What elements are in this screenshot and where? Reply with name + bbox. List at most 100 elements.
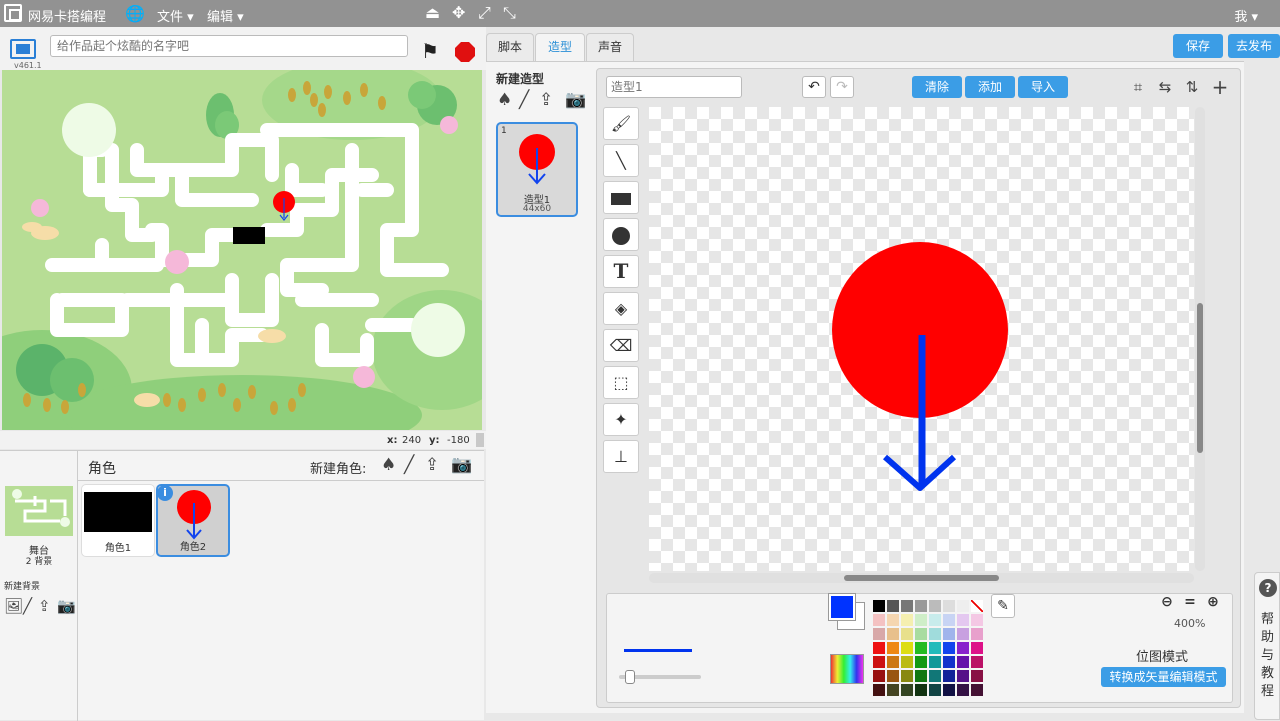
help-tab[interactable]: ? 帮助与教程 <box>1254 572 1280 720</box>
color-swatch[interactable] <box>943 656 955 668</box>
color-swatch[interactable] <box>957 600 969 612</box>
color-swatch[interactable] <box>901 628 913 640</box>
color-swatch[interactable] <box>971 614 983 626</box>
color-swatch[interactable] <box>971 600 983 612</box>
publish-button[interactable]: 去发布 <box>1228 34 1280 58</box>
vertical-scrollbar[interactable] <box>1195 107 1205 571</box>
costume-name-input[interactable] <box>606 76 742 98</box>
color-swatch[interactable] <box>943 614 955 626</box>
color-swatch[interactable] <box>957 656 969 668</box>
color-swatch[interactable] <box>901 600 913 612</box>
drawing-canvas[interactable] <box>649 107 1194 571</box>
menu-edit[interactable]: 编辑 ▾ <box>207 6 244 25</box>
color-swatch[interactable] <box>915 614 927 626</box>
undo-icon[interactable]: ↶ <box>802 76 826 98</box>
zoom-out-icon[interactable]: ⊖ <box>1157 594 1177 612</box>
color-swatch[interactable] <box>929 684 941 696</box>
stamp-icon[interactable]: ⏏ <box>425 3 440 22</box>
color-swatch[interactable] <box>957 684 969 696</box>
color-palette[interactable] <box>873 600 985 698</box>
primary-color[interactable] <box>828 593 856 621</box>
camera-backdrop-icon[interactable]: 📷 <box>57 597 76 615</box>
paint-sprite-icon[interactable]: ╱ <box>404 455 414 475</box>
color-swatch[interactable] <box>873 684 885 696</box>
eraser-tool-icon[interactable]: ⌫ <box>603 329 639 362</box>
color-swatch[interactable] <box>943 642 955 654</box>
color-swatch[interactable] <box>873 600 885 612</box>
color-swatch[interactable] <box>943 670 955 682</box>
tab-scripts[interactable]: 脚本 <box>486 33 534 61</box>
color-swatch[interactable] <box>915 600 927 612</box>
tab-costumes[interactable]: 造型 <box>535 33 585 63</box>
rectangle-tool-icon[interactable] <box>603 181 639 214</box>
color-swatch[interactable] <box>901 670 913 682</box>
stamp-tool-icon[interactable]: ⊥ <box>603 440 639 473</box>
color-swatch[interactable] <box>887 670 899 682</box>
zoom-in-icon[interactable]: ⊕ <box>1203 594 1223 612</box>
costume-card[interactable]: 1 造型1 44x60 <box>496 122 578 217</box>
color-swatch[interactable] <box>887 684 899 696</box>
color-swatch[interactable] <box>971 628 983 640</box>
color-swatch[interactable] <box>915 670 927 682</box>
line-tool-icon[interactable]: ╲ <box>603 144 639 177</box>
color-swatch[interactable] <box>901 642 913 654</box>
backdrop-library-icon[interactable]: 🖼 <box>4 597 23 615</box>
camera-sprite-icon[interactable]: 📷 <box>451 455 472 475</box>
text-tool-icon[interactable]: T <box>603 255 639 288</box>
color-swatch[interactable] <box>943 628 955 640</box>
add-button[interactable]: 添加 <box>965 76 1015 98</box>
costume-library-icon[interactable]: ♠ <box>497 90 512 110</box>
color-swatch[interactable] <box>915 642 927 654</box>
brand-name[interactable]: 网易卡搭编程 <box>28 6 106 25</box>
horizontal-scrollbar[interactable] <box>649 573 1194 583</box>
help-icon[interactable]: ? <box>1259 579 1277 597</box>
color-swatch[interactable] <box>929 656 941 668</box>
redo-icon[interactable]: ↷ <box>830 76 854 98</box>
collapse-stage-arrow[interactable] <box>476 433 484 447</box>
stage-canvas[interactable] <box>2 70 482 430</box>
color-swatch[interactable] <box>957 670 969 682</box>
stage-thumbnail[interactable] <box>5 486 73 536</box>
fill-tool-icon[interactable]: ◈ <box>603 292 639 325</box>
color-swatch[interactable] <box>915 656 927 668</box>
upload-costume-icon[interactable]: ⇪ <box>539 90 553 110</box>
color-picker-icon[interactable] <box>830 654 864 684</box>
upload-backdrop-icon[interactable]: ⇪ <box>38 597 51 615</box>
color-swatch[interactable] <box>873 628 885 640</box>
info-icon[interactable]: i <box>157 485 173 501</box>
select-tool-icon[interactable]: ⬚ <box>603 366 639 399</box>
tab-sounds[interactable]: 声音 <box>586 33 634 61</box>
color-swatch[interactable] <box>957 614 969 626</box>
color-swatch[interactable] <box>901 656 913 668</box>
crop-icon[interactable]: ⌗ <box>1126 75 1150 99</box>
color-swatch[interactable] <box>887 600 899 612</box>
color-swatch[interactable] <box>943 684 955 696</box>
set-center-icon[interactable]: + <box>1208 75 1232 99</box>
color-swatch[interactable] <box>971 656 983 668</box>
paint-costume-icon[interactable]: ╱ <box>519 90 529 110</box>
color-swatch[interactable] <box>873 656 885 668</box>
paint-backdrop-icon[interactable]: ╱ <box>23 597 32 615</box>
camera-costume-icon[interactable]: 📷 <box>565 90 586 110</box>
green-flag-icon[interactable]: ⚑ <box>421 39 439 63</box>
color-swatch[interactable] <box>971 684 983 696</box>
color-swatch[interactable] <box>957 628 969 640</box>
color-swatch[interactable] <box>901 684 913 696</box>
color-swatch[interactable] <box>887 628 899 640</box>
menu-file[interactable]: 文件 ▾ <box>157 6 194 25</box>
stop-icon[interactable] <box>455 42 475 62</box>
grow-icon[interactable]: ⤢ <box>478 3 491 23</box>
color-swatch[interactable] <box>873 614 885 626</box>
color-swatch[interactable] <box>929 670 941 682</box>
project-title-input[interactable] <box>50 35 408 57</box>
clear-button[interactable]: 清除 <box>912 76 962 98</box>
sprite-card[interactable]: 角色1 <box>81 484 155 557</box>
fullscreen-icon[interactable] <box>10 39 36 59</box>
logo-icon[interactable] <box>4 4 22 22</box>
flip-vertical-icon[interactable]: ⇅ <box>1180 75 1204 99</box>
convert-to-vector-button[interactable]: 转换成矢量编辑模式 <box>1101 667 1226 687</box>
color-swatch[interactable] <box>971 670 983 682</box>
color-swatch[interactable] <box>971 642 983 654</box>
sprite-card-selected[interactable]: i 角色2 <box>156 484 230 557</box>
upload-sprite-icon[interactable]: ⇪ <box>425 455 439 475</box>
